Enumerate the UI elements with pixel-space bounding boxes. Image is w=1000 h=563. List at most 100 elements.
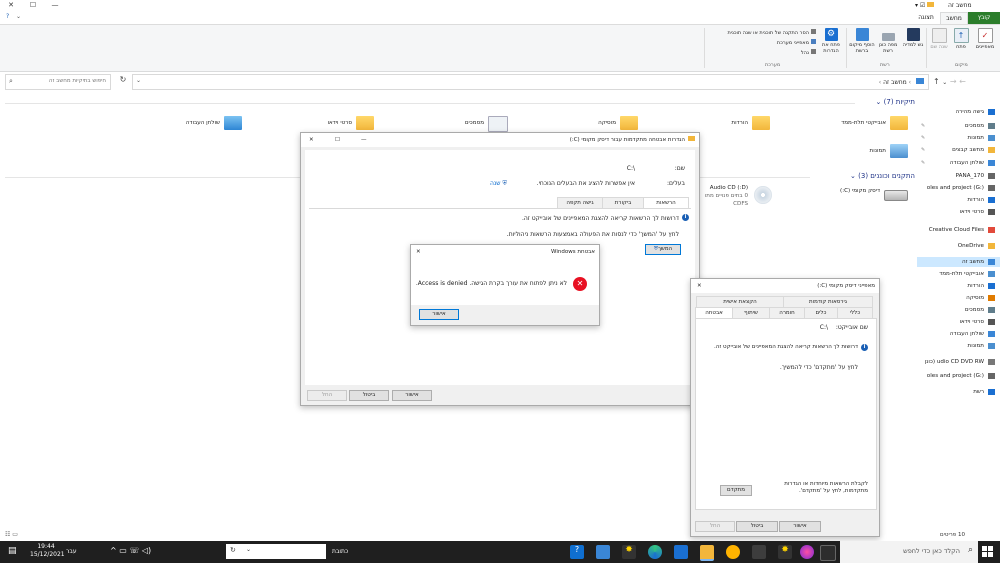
chevron-down-icon[interactable]: ⌄	[246, 546, 251, 553]
ok-button[interactable]: אישור	[779, 521, 821, 532]
nav-item[interactable]: סרטי וידאו	[917, 317, 1000, 327]
nav-item[interactable]: שולחן העבודה ✎	[917, 158, 1000, 168]
advanced-button[interactable]: מתקדם	[720, 485, 752, 496]
close-button[interactable]: ✕	[309, 133, 314, 147]
open-settings-button[interactable]: ⚙ פתח את הגדרות	[818, 28, 844, 54]
nav-item[interactable]: הורדות	[917, 195, 1000, 205]
nav-item[interactable]: מחשב קבצים ✎	[917, 145, 1000, 155]
back-arrow-icon[interactable]: ←	[959, 77, 966, 86]
maximize-button[interactable]: ☐	[22, 0, 44, 12]
cancel-button[interactable]: ביטול	[349, 390, 389, 401]
nav-item[interactable]: רשת	[917, 387, 1000, 397]
app-icon[interactable]: ✸	[778, 545, 792, 559]
folders-section-header[interactable]: תיקיות (7) ⌄	[860, 98, 915, 106]
address-bar[interactable]: ⌄ › מחשב זה ›	[132, 74, 929, 90]
cancel-button[interactable]: ביטול	[736, 521, 778, 532]
nav-item[interactable]: תמונות ✎	[917, 133, 1000, 143]
nav-item[interactable]: PANA_170	[917, 171, 1000, 181]
rename-button[interactable]: שנה שם	[928, 28, 950, 50]
clock[interactable]: 19:44 15/12/2021	[30, 543, 65, 559]
tab-file[interactable]: קובץ	[968, 12, 1000, 24]
help-app-icon[interactable]: ?	[570, 545, 584, 559]
refresh-icon[interactable]: ↻	[230, 546, 236, 554]
drives-section-header[interactable]: התקנים וכוננים (3) ⌄	[815, 172, 915, 180]
folder-item[interactable]: אובייקטי תלת-ממד	[826, 114, 916, 140]
map-drive-button[interactable]: מפה כונן רשת	[876, 28, 900, 54]
nav-item[interactable]: מסמכים	[917, 305, 1000, 315]
task-view-icon[interactable]	[820, 545, 836, 561]
window-title: מחשב זה	[948, 2, 972, 9]
nav-item[interactable]: הורדות	[917, 281, 1000, 291]
tab-computer[interactable]: מחשב	[940, 12, 968, 24]
folder-item[interactable]: שולחן העבודה	[160, 114, 250, 140]
file-explorer-icon[interactable]	[700, 545, 714, 561]
apply-button[interactable]: החל	[307, 390, 347, 401]
ok-button[interactable]: אישור	[419, 309, 459, 320]
rename-icon	[931, 28, 947, 43]
up-arrow-icon[interactable]: ↑	[933, 77, 940, 86]
edge-icon[interactable]	[648, 545, 662, 559]
nav-item[interactable]: תמונות	[917, 341, 1000, 351]
open-button[interactable]: ↑ פתח	[950, 28, 972, 50]
title-bar: ✕ ☐ — ▾ ☑ מחשב זה	[0, 0, 1000, 12]
dialog-title: מאפייני דיסק מקומי (C:)	[817, 283, 875, 289]
close-button[interactable]: ✕	[0, 0, 22, 12]
app-icon[interactable]	[726, 545, 740, 559]
media-player-icon[interactable]	[674, 545, 688, 559]
help-icon[interactable]: ?	[6, 13, 9, 20]
nav-item[interactable]: oles and project (G:)	[917, 371, 1000, 381]
nav-item[interactable]: מסמכים ✎	[917, 121, 1000, 131]
drive-item[interactable]: דיסק מקומי (C:)	[826, 184, 916, 210]
chevron-down-icon[interactable]: ⌄	[16, 13, 21, 20]
nav-item[interactable]: שולחן העבודה	[917, 329, 1000, 339]
add-location-button[interactable]: הוסף מיקום ברשת	[848, 28, 876, 54]
nav-item[interactable]: מוסיקה	[917, 293, 1000, 303]
nav-item[interactable]: מחשב זה	[917, 257, 1000, 267]
app-icon[interactable]	[800, 545, 814, 559]
drive-item[interactable]: (D:) Audio CD 0 בתים פנויים מתו CDFS	[700, 184, 780, 214]
nav-item-label: הורדות	[967, 197, 984, 203]
taskbar-search-box[interactable]: ⌕ הקלד כאן כדי לחפש	[840, 541, 978, 563]
windows-start-icon[interactable]	[982, 546, 994, 558]
minimize-button[interactable]: —	[361, 133, 367, 147]
taskbar-address-input[interactable]: ↻ ⌄	[226, 544, 326, 559]
properties-button[interactable]: ✓ מאפיינים	[972, 28, 998, 50]
tab-view[interactable]: תצוגה	[912, 12, 940, 24]
nav-item[interactable]: oles and project (G:)	[917, 183, 1000, 193]
system-properties-link[interactable]: מאפייני מערכת	[708, 39, 816, 46]
change-owner-link[interactable]: ⛨ שנה	[490, 180, 507, 188]
recent-chevron-icon[interactable]: ⌄	[942, 79, 947, 86]
close-button[interactable]: ✕	[416, 245, 421, 259]
forward-arrow-icon[interactable]: →	[950, 77, 957, 86]
notification-icon[interactable]: ▤	[8, 546, 17, 556]
nav-item-icon	[988, 295, 995, 301]
app-icon[interactable]: ✸	[622, 545, 636, 559]
nav-item[interactable]: אובייקטי תלת-ממד	[917, 269, 1000, 279]
folder-item[interactable]: תמונות	[826, 142, 916, 168]
manage-link[interactable]: נהל	[708, 49, 816, 56]
search-input[interactable]: ⌕ חיפוש בתיקיות מחשב זה	[5, 74, 111, 90]
app-icon[interactable]	[752, 545, 766, 559]
continue-button[interactable]: ⛨המשך	[645, 244, 681, 255]
ok-button[interactable]: אישור	[392, 390, 432, 401]
access-media-button[interactable]: גש למדיה	[900, 28, 926, 48]
quick-access-toolbar[interactable]: ▾ ☑	[915, 2, 935, 9]
language-indicator[interactable]: עבר	[66, 548, 77, 555]
minimize-button[interactable]: —	[44, 0, 66, 12]
store-icon[interactable]	[596, 545, 610, 559]
refresh-icon[interactable]: ↻	[116, 75, 130, 89]
close-button[interactable]: ✕	[697, 279, 702, 293]
uninstall-link[interactable]: הסר התקנה של תוכנית או שנה תוכנית	[708, 29, 816, 36]
nav-item[interactable]: Creative Cloud Files	[917, 225, 1000, 235]
nav-item[interactable]: udio CD DVD RW (‫כונן	[917, 357, 1000, 367]
maximize-button[interactable]: ☐	[335, 133, 340, 147]
apply-button[interactable]: החל	[695, 521, 735, 532]
nav-item[interactable]: OneDrive	[917, 241, 1000, 251]
network-drive-icon	[881, 33, 895, 41]
folder-item[interactable]: הורדות	[688, 114, 778, 140]
address-dropdown-icon[interactable]: ⌄	[136, 77, 141, 84]
nav-item[interactable]: גישה מהירה	[917, 107, 1000, 117]
system-tray-icons[interactable]: ^ ▭ ☏ ◁)	[110, 546, 151, 555]
view-toggle-icons[interactable]: ☷ ▭	[5, 531, 18, 538]
nav-item[interactable]: סרטי וידאו	[917, 207, 1000, 217]
